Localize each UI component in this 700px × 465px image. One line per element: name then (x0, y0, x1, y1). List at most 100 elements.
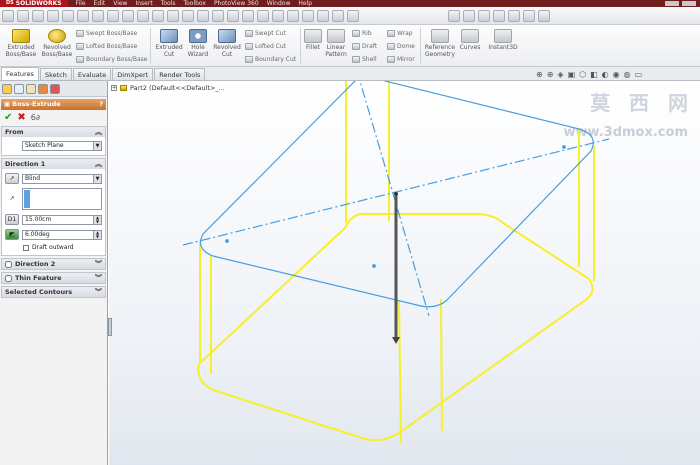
menu-toolbox[interactable]: Toolbox (183, 0, 206, 7)
appearance-icon[interactable] (257, 10, 269, 22)
wrap-button[interactable]: Wrap (387, 30, 413, 37)
undo-icon[interactable] (62, 10, 74, 22)
swept-boss-button[interactable]: Swept Boss/Base (76, 30, 137, 37)
draft-button[interactable]: Draft (352, 43, 377, 50)
measure-icon[interactable] (493, 10, 505, 22)
rebuild-icon[interactable] (107, 10, 119, 22)
menu-tools[interactable]: Tools (161, 0, 176, 7)
dome-button[interactable]: Dome (387, 43, 415, 50)
configuration-manager-icon[interactable] (26, 84, 36, 94)
menu-view[interactable]: View (113, 0, 127, 7)
draft-on-off-icon[interactable]: ◩ (5, 229, 19, 240)
graphics-area[interactable]: 莫 西 网 www.3dmox.com (109, 81, 700, 465)
feature-tree-flyout[interactable]: + Part2 (Default<<Default>_... (111, 84, 225, 92)
mass-icon[interactable] (508, 10, 520, 22)
draft-angle-input[interactable]: 6.00deg ▲ ▼ (22, 229, 102, 240)
extruded-boss-button[interactable]: Extruded Boss/Base (3, 29, 39, 58)
hide-show-icon[interactable]: ◐ (602, 70, 609, 79)
thin-feature-checkbox[interactable] (5, 274, 12, 282)
scene-icon[interactable] (272, 10, 284, 22)
thin-feature-group-header[interactable]: Thin Feature ︾ (2, 273, 105, 283)
analysis-icon[interactable] (538, 10, 550, 22)
reverse-direction-icon[interactable]: ↗ (5, 173, 19, 184)
section-icon[interactable] (227, 10, 239, 22)
expand-icon[interactable]: ︾ (95, 259, 102, 269)
menu-window[interactable]: Window (267, 0, 291, 7)
property-manager-icon[interactable] (14, 84, 24, 94)
lofted-cut-button[interactable]: Lofted Cut (245, 43, 286, 50)
from-select[interactable]: Sketch Plane ▼ (22, 141, 102, 151)
chevron-down-icon[interactable]: ▼ (93, 174, 101, 183)
direction1-group-header[interactable]: Direction 1 ︽ (2, 159, 105, 169)
apply-scene-icon[interactable]: ◍ (624, 70, 631, 79)
selected-contours-group-header[interactable]: Selected Contours ︾ (2, 287, 105, 297)
from-group-header[interactable]: From ︽ (2, 127, 105, 137)
zoom-to-fit-icon[interactable]: ⊕ (536, 70, 543, 79)
previous-view-icon[interactable]: ◈ (557, 70, 563, 79)
extruded-cut-button[interactable]: Extruded Cut (154, 29, 184, 58)
camera-icon[interactable] (287, 10, 299, 22)
direction-vector-list[interactable] (22, 188, 102, 210)
detailed-preview-button[interactable]: 6∂ (31, 113, 40, 122)
swept-cut-button[interactable]: Swept Cut (245, 30, 286, 37)
draft-outward-checkbox[interactable]: Draft outward (5, 244, 102, 251)
grid-icon[interactable] (317, 10, 329, 22)
direction2-group-header[interactable]: Direction 2 ︾ (2, 259, 105, 269)
lofted-boss-button[interactable]: Lofted Boss/Base (76, 43, 137, 50)
pan-icon[interactable] (182, 10, 194, 22)
mirror-button[interactable]: Mirror (387, 56, 415, 63)
menu-file[interactable]: File (76, 0, 86, 7)
linear-pattern-button[interactable]: Linear Pattern (325, 29, 347, 58)
revolved-cut-button[interactable]: Revolved Cut (212, 29, 242, 58)
expand-icon[interactable]: ︾ (95, 273, 102, 283)
view-orientation-icon[interactable]: ⬡ (579, 70, 586, 79)
help-icon[interactable]: ? (99, 99, 103, 110)
minimize-icon[interactable] (665, 1, 679, 6)
spinner-icon[interactable]: ▲ ▼ (93, 230, 101, 239)
reference-geometry-button[interactable]: Reference Geometry (423, 29, 457, 58)
zoom-to-area-icon[interactable]: ⊕ (547, 70, 554, 79)
search-icon[interactable] (448, 10, 460, 22)
tab-features[interactable]: Features (1, 67, 39, 80)
redo-icon[interactable] (77, 10, 89, 22)
shell-button[interactable]: Shell (352, 56, 377, 63)
rib-button[interactable]: Rib (352, 30, 372, 37)
end-condition-select[interactable]: Blind ▼ (22, 173, 102, 184)
tab-sketch[interactable]: Sketch (39, 68, 72, 80)
menu-help[interactable]: Help (298, 0, 312, 7)
expand-icon[interactable]: + (111, 85, 117, 91)
solidworks-logo[interactable]: DS SOLIDWORKS (0, 0, 68, 7)
menu-photoview[interactable]: PhotoView 360 (214, 0, 259, 7)
dimxpert-manager-icon[interactable] (38, 84, 48, 94)
chevron-down-icon[interactable]: ▼ (93, 142, 101, 150)
expand-icon[interactable]: ︾ (95, 287, 102, 297)
cancel-button[interactable]: ✖ (17, 112, 25, 123)
panel-splitter-handle[interactable] (108, 318, 112, 336)
instant3d-button[interactable]: Instant3D (486, 29, 520, 51)
new-icon[interactable] (2, 10, 14, 22)
depth-input[interactable]: 15.00cm ▲ ▼ (22, 214, 102, 225)
tab-evaluate[interactable]: Evaluate (72, 68, 112, 80)
section-view-icon[interactable]: ▣ (568, 70, 576, 79)
checkbox-icon[interactable] (23, 244, 29, 251)
spinner-icon[interactable]: ▲ ▼ (93, 215, 101, 224)
sum-icon[interactable] (122, 10, 134, 22)
menu-edit[interactable]: Edit (94, 0, 106, 7)
edit-appearance-icon[interactable]: ◉ (613, 70, 620, 79)
display-style-icon[interactable]: ◧ (590, 70, 598, 79)
ok-button[interactable]: ✔ (4, 112, 12, 123)
rotate-icon[interactable] (167, 10, 179, 22)
model-viewport[interactable] (109, 81, 700, 465)
menu-insert[interactable]: Insert (135, 0, 152, 7)
print-icon[interactable] (47, 10, 59, 22)
direction2-checkbox[interactable] (5, 260, 12, 268)
render-icon[interactable] (302, 10, 314, 22)
tab-render-tools[interactable]: Render Tools (154, 68, 206, 80)
view-settings-icon[interactable]: ▭ (635, 70, 643, 79)
open-icon[interactable] (17, 10, 29, 22)
revolved-boss-button[interactable]: Revolved Boss/Base (40, 29, 74, 58)
options-icon[interactable] (137, 10, 149, 22)
curves-button[interactable]: Curves (458, 29, 482, 51)
layer-icon[interactable] (478, 10, 490, 22)
maximize-icon[interactable] (682, 1, 696, 6)
